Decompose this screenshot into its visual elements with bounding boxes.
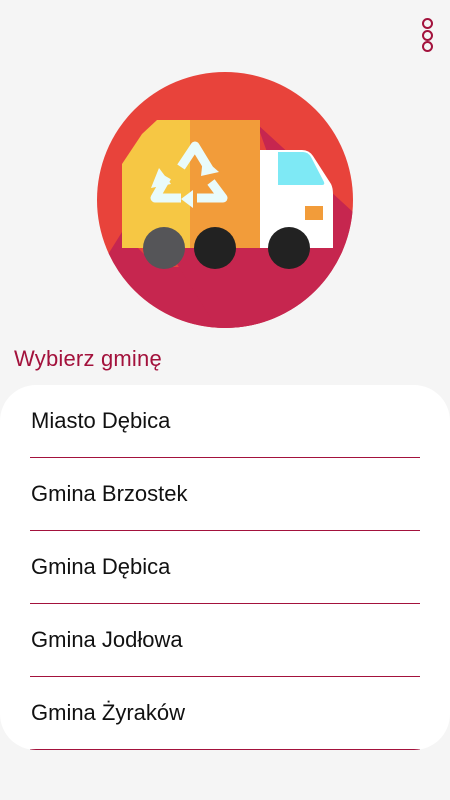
list-item-gmina-jodlowa[interactable]: Gmina Jodłowa [0, 604, 450, 677]
recycling-truck-icon [97, 72, 353, 328]
wheel-middle [194, 227, 236, 269]
list-item-label: Gmina Jodłowa [31, 627, 183, 652]
list-item-miasto-debica[interactable]: Miasto Dębica [0, 385, 450, 458]
wheel-rear [143, 227, 185, 269]
list-item-label: Gmina Żyraków [31, 700, 186, 725]
more-options-button[interactable] [420, 18, 434, 52]
list-item-gmina-debica[interactable]: Gmina Dębica [0, 531, 450, 604]
wheel-front [268, 227, 310, 269]
truck-light [305, 206, 323, 220]
list-item-label: Miasto Dębica [31, 408, 171, 433]
list-item-label: Gmina Dębica [31, 554, 171, 579]
list-item-gmina-brzostek[interactable]: Gmina Brzostek [0, 458, 450, 531]
municipality-list: Miasto Dębica Gmina Brzostek Gmina Dębic… [0, 385, 450, 750]
more-vert-icon-dot-1 [421, 18, 433, 29]
divider [30, 749, 420, 750]
app-screen: Wybierz gminę Miasto Dębica Gmina Brzost… [0, 0, 450, 800]
more-vert-icon-dot-2 [421, 29, 433, 41]
section-title: Wybierz gminę [14, 346, 162, 371]
cargo-right-panel [190, 120, 260, 248]
list-item-gmina-zyrakow[interactable]: Gmina Żyraków [0, 677, 450, 750]
list-item-label: Gmina Brzostek [31, 481, 188, 506]
more-vert-icon-dot-3 [421, 41, 433, 52]
